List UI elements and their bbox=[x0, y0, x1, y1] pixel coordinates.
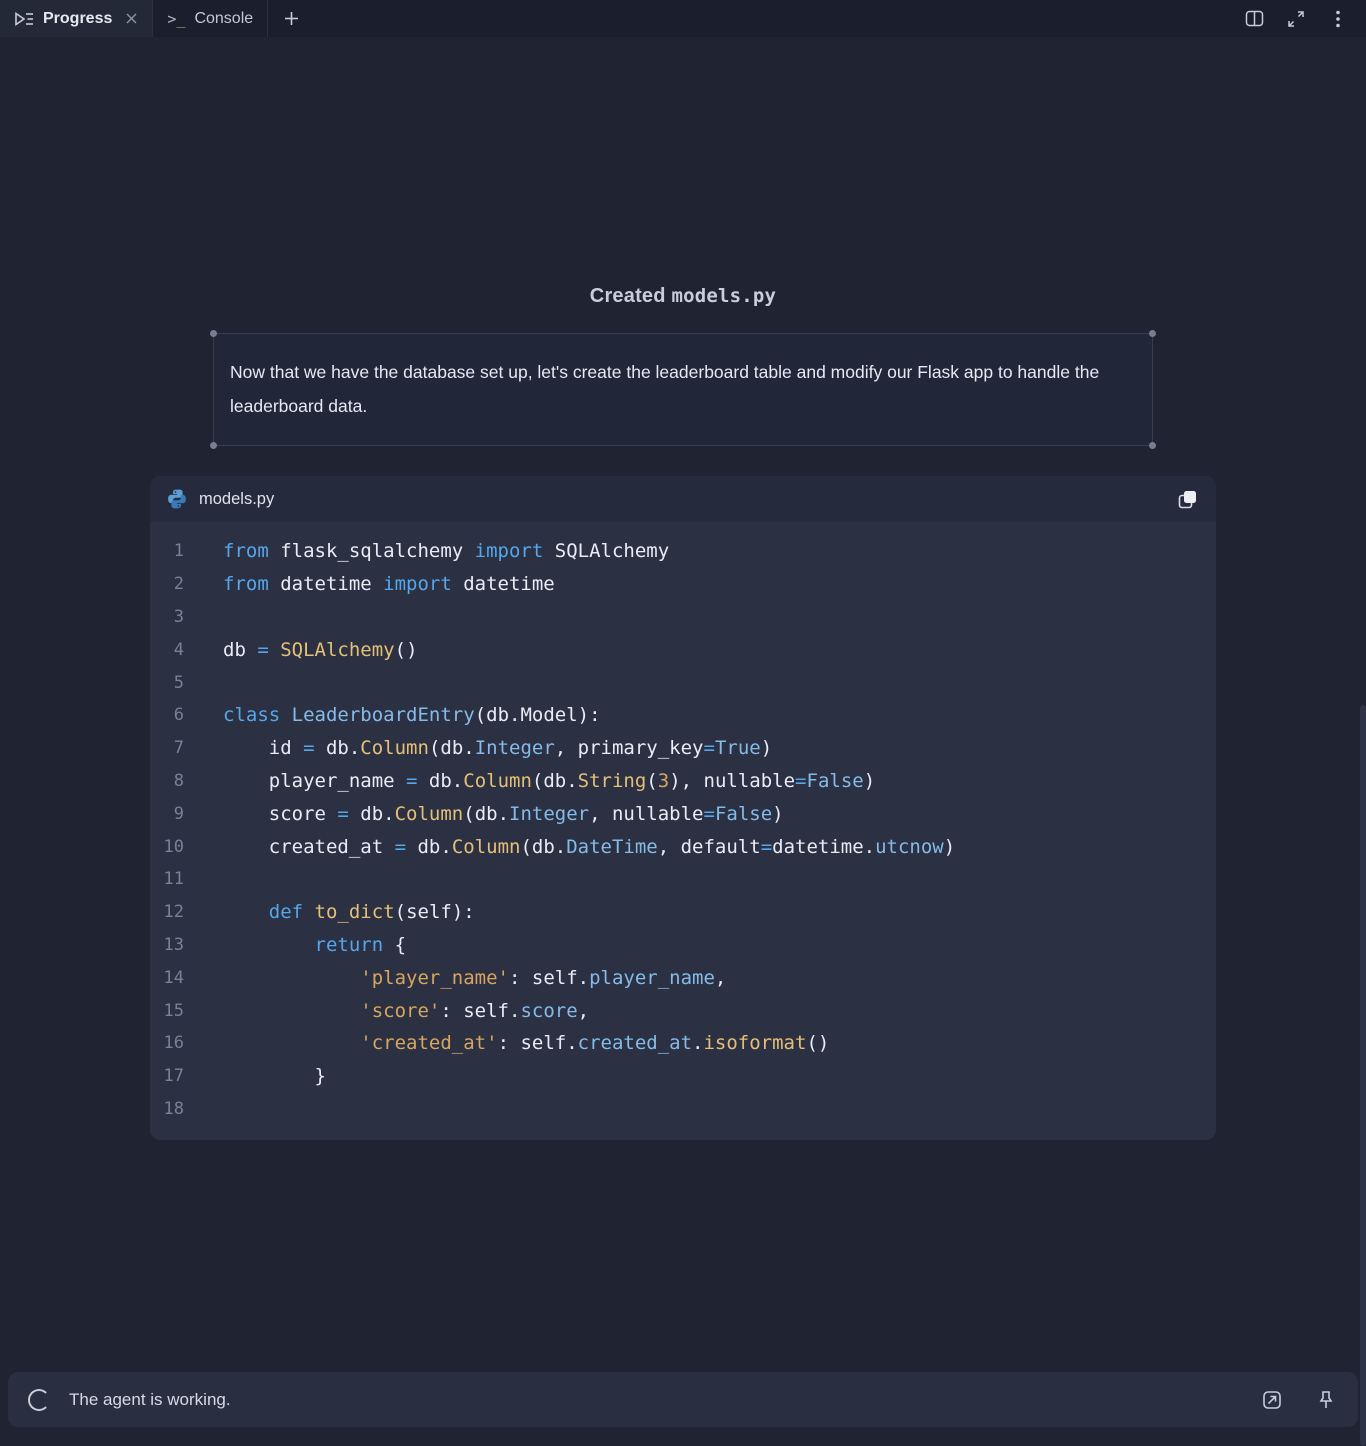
status-actions bbox=[1258, 1386, 1340, 1414]
line-number: 6 bbox=[150, 705, 184, 725]
code-text: class LeaderboardEntry(db.Model): bbox=[184, 704, 601, 726]
line-number: 1 bbox=[150, 541, 184, 561]
code-text: created_at = db.Column(db.DateTime, defa… bbox=[184, 836, 955, 858]
split-view-icon[interactable] bbox=[1238, 4, 1270, 34]
code-line: 12 def to_dict(self): bbox=[150, 896, 1216, 929]
tab-bar: Progress >_ Console bbox=[0, 0, 1366, 37]
step-title-action: Created bbox=[590, 285, 666, 307]
agent-status-bar: The agent is working. bbox=[8, 1372, 1358, 1427]
line-number: 12 bbox=[150, 902, 184, 922]
spinner-icon bbox=[28, 1389, 50, 1411]
code-text: score = db.Column(db.Integer, nullable=F… bbox=[184, 803, 784, 825]
open-external-icon[interactable] bbox=[1258, 1386, 1286, 1414]
selection-handle bbox=[210, 330, 217, 337]
code-line: 10 created_at = db.Column(db.DateTime, d… bbox=[150, 830, 1216, 863]
selection-handle bbox=[1149, 330, 1156, 337]
code-line: 17 } bbox=[150, 1060, 1216, 1093]
python-icon bbox=[166, 488, 188, 510]
terminal-prompt-icon: >_ bbox=[167, 10, 185, 28]
expand-icon[interactable] bbox=[1280, 4, 1312, 34]
code-line: 6class LeaderboardEntry(db.Model): bbox=[150, 699, 1216, 732]
code-text: player_name = db.Column(db.String(3), nu… bbox=[184, 770, 875, 792]
code-line: 14 'player_name': self.player_name, bbox=[150, 961, 1216, 994]
selection-handle bbox=[1149, 442, 1156, 449]
code-text: 'score': self.score, bbox=[184, 1000, 589, 1022]
more-menu-icon[interactable] bbox=[1322, 4, 1354, 34]
code-line: 4db = SQLAlchemy() bbox=[150, 633, 1216, 666]
progress-panel: Created models.py Now that we have the d… bbox=[0, 37, 1366, 1140]
code-body[interactable]: 1from flask_sqlalchemy import SQLAlchemy… bbox=[150, 522, 1216, 1140]
step-title: Created models.py bbox=[0, 285, 1366, 308]
line-number: 14 bbox=[150, 968, 184, 988]
copy-code-button[interactable] bbox=[1172, 484, 1202, 514]
tab-progress[interactable]: Progress bbox=[0, 0, 153, 37]
code-text: 'created_at': self.created_at.isoformat(… bbox=[184, 1032, 829, 1054]
line-number: 16 bbox=[150, 1033, 184, 1053]
code-filename: models.py bbox=[199, 490, 274, 509]
line-number: 10 bbox=[150, 837, 184, 857]
code-line: 8 player_name = db.Column(db.String(3), … bbox=[150, 765, 1216, 798]
line-number: 8 bbox=[150, 771, 184, 791]
line-number: 2 bbox=[150, 574, 184, 594]
code-line: 11 bbox=[150, 863, 1216, 896]
line-number: 7 bbox=[150, 738, 184, 758]
new-tab-button[interactable] bbox=[268, 0, 314, 37]
line-number: 15 bbox=[150, 1001, 184, 1021]
code-text: 'player_name': self.player_name, bbox=[184, 967, 726, 989]
agent-status-message: The agent is working. bbox=[69, 1390, 231, 1410]
close-tab-icon[interactable] bbox=[125, 12, 138, 25]
agent-note: Now that we have the database set up, le… bbox=[213, 333, 1153, 446]
code-text: db = SQLAlchemy() bbox=[184, 639, 418, 661]
code-text: id = db.Column(db.Integer, primary_key=T… bbox=[184, 737, 772, 759]
line-number: 3 bbox=[150, 607, 184, 627]
code-line: 1from flask_sqlalchemy import SQLAlchemy bbox=[150, 535, 1216, 568]
code-line: 3 bbox=[150, 601, 1216, 634]
code-line: 16 'created_at': self.created_at.isoform… bbox=[150, 1027, 1216, 1060]
progress-list-icon bbox=[14, 11, 34, 27]
line-number: 5 bbox=[150, 673, 184, 693]
pin-icon[interactable] bbox=[1312, 1386, 1340, 1414]
agent-note-text: Now that we have the database set up, le… bbox=[230, 362, 1099, 416]
code-line: 15 'score': self.score, bbox=[150, 994, 1216, 1027]
code-line: 18 bbox=[150, 1093, 1216, 1126]
code-text: def to_dict(self): bbox=[184, 901, 475, 923]
line-number: 18 bbox=[150, 1099, 184, 1119]
code-line: 5 bbox=[150, 666, 1216, 699]
code-card-header: models.py bbox=[150, 476, 1216, 522]
scrollbar-thumb[interactable] bbox=[1360, 705, 1366, 1446]
tab-console[interactable]: >_ Console bbox=[153, 0, 268, 37]
code-card: models.py 1from flask_sqlalchemy import … bbox=[150, 476, 1216, 1140]
selection-handle bbox=[210, 442, 217, 449]
code-line: 9 score = db.Column(db.Integer, nullable… bbox=[150, 797, 1216, 830]
code-text: return { bbox=[184, 934, 406, 956]
code-text: from flask_sqlalchemy import SQLAlchemy bbox=[184, 540, 669, 562]
code-line: 7 id = db.Column(db.Integer, primary_key… bbox=[150, 732, 1216, 765]
line-number: 4 bbox=[150, 640, 184, 660]
code-line: 2from datetime import datetime bbox=[150, 568, 1216, 601]
tab-label: Console bbox=[194, 10, 253, 28]
line-number: 9 bbox=[150, 804, 184, 824]
tab-label: Progress bbox=[43, 10, 112, 28]
line-number: 17 bbox=[150, 1066, 184, 1086]
code-line: 13 return { bbox=[150, 929, 1216, 962]
code-text: from datetime import datetime bbox=[184, 573, 555, 595]
step-title-filename: models.py bbox=[671, 285, 776, 307]
line-number: 13 bbox=[150, 935, 184, 955]
code-text: } bbox=[184, 1065, 326, 1087]
line-number: 11 bbox=[150, 869, 184, 889]
window-controls bbox=[1238, 0, 1366, 37]
